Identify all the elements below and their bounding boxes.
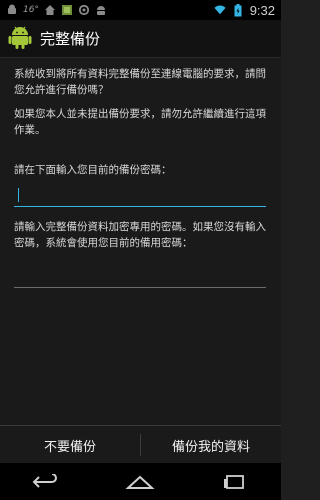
backup-request-text: 系統收到將所有資料完整備份至連線電腦的要求，請問您允許進行備份嗎？ xyxy=(14,68,266,96)
wifi-icon xyxy=(214,4,226,16)
current-password-label: 請在下面輸入您目前的備份密碼： xyxy=(14,164,172,176)
temperature-text: 16° xyxy=(23,5,39,15)
android-icon xyxy=(6,4,18,16)
home-nav-icon xyxy=(125,475,156,489)
backup-dialog-content: 系統收到將所有資料完整備份至連線電腦的要求，請問您允許進行備份嗎？ 如果您本人並… xyxy=(0,58,281,425)
android-logo-icon xyxy=(8,24,32,54)
home-button[interactable] xyxy=(120,467,160,497)
allow-backup-button[interactable]: 備份我的資料 xyxy=(141,426,281,464)
text-cursor xyxy=(18,188,19,202)
app-icon xyxy=(61,4,73,16)
action-bar: 完整備份 xyxy=(0,20,281,58)
home-icon xyxy=(44,4,56,16)
sync-icon xyxy=(78,4,90,16)
navigation-bar xyxy=(0,463,281,500)
dialog-button-bar: 不要備份 備份我的資料 xyxy=(0,425,281,464)
deny-backup-button[interactable]: 不要備份 xyxy=(0,426,140,464)
current-password-field[interactable] xyxy=(14,184,266,207)
back-icon xyxy=(32,473,57,488)
encryption-password-field[interactable] xyxy=(14,265,266,288)
clock-time: 9:32 xyxy=(249,2,275,18)
recent-apps-icon xyxy=(224,474,245,489)
back-button[interactable] xyxy=(27,467,67,497)
status-bar: 16° 9:32 xyxy=(0,0,281,20)
encryption-password-label: 請輸入完整備份資料加密專用的密碼。如果您沒有輸入密碼，系統會使用您目前的備用密碼… xyxy=(14,221,266,249)
android-icon xyxy=(95,4,107,16)
battery-icon xyxy=(232,3,244,16)
recent-apps-button[interactable] xyxy=(214,467,254,497)
page-title: 完整備份 xyxy=(40,30,101,48)
backup-warning-text: 如果您本人並未提出備份要求，請勿允許繼續進行這項作業。 xyxy=(14,108,266,136)
